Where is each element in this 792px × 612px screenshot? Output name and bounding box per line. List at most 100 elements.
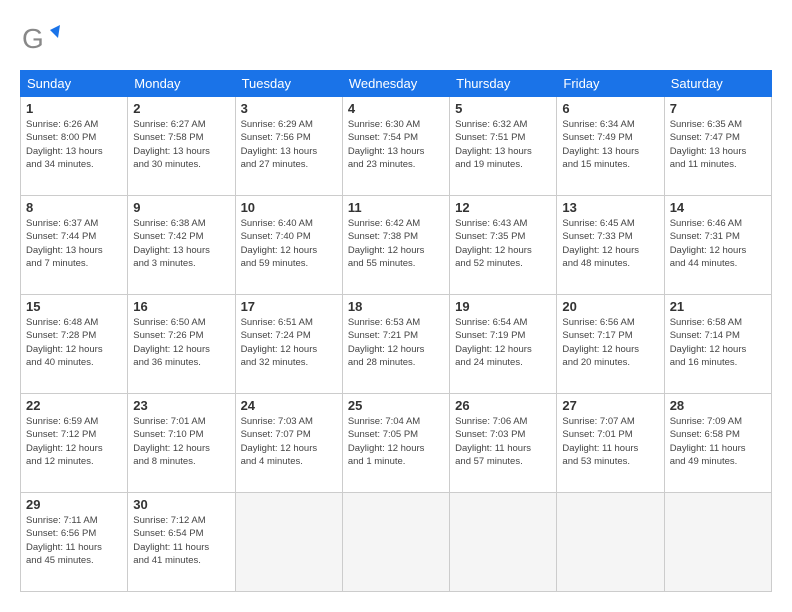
day-info: Sunrise: 6:30 AM Sunset: 7:54 PM Dayligh… <box>348 118 444 171</box>
day-number: 5 <box>455 101 551 116</box>
day-info: Sunrise: 6:45 AM Sunset: 7:33 PM Dayligh… <box>562 217 658 270</box>
day-number: 13 <box>562 200 658 215</box>
day-number: 1 <box>26 101 122 116</box>
day-info: Sunrise: 7:01 AM Sunset: 7:10 PM Dayligh… <box>133 415 229 468</box>
day-number: 21 <box>670 299 766 314</box>
day-number: 27 <box>562 398 658 413</box>
calendar-day: 4 Sunrise: 6:30 AM Sunset: 7:54 PM Daylig… <box>342 97 449 196</box>
day-number: 28 <box>670 398 766 413</box>
calendar-day: 17 Sunrise: 6:51 AM Sunset: 7:24 PM Dayli… <box>235 295 342 394</box>
day-number: 18 <box>348 299 444 314</box>
weekday-header-saturday: Saturday <box>664 71 771 97</box>
calendar-day: 29Sunrise: 7:11 AM Sunset: 6:56 PM Dayli… <box>21 493 128 592</box>
calendar-body: 1Sunrise: 6:26 AM Sunset: 8:00 PM Daylig… <box>21 97 772 592</box>
day-number: 2 <box>133 101 229 116</box>
logo-icon: G <box>20 20 60 60</box>
day-number: 9 <box>133 200 229 215</box>
calendar-day: 10 Sunrise: 6:40 AM Sunset: 7:40 PM Dayli… <box>235 196 342 295</box>
day-number: 29 <box>26 497 122 512</box>
calendar-day: 25 Sunrise: 7:04 AM Sunset: 7:05 PM Dayli… <box>342 394 449 493</box>
day-number: 3 <box>241 101 337 116</box>
day-info: Sunrise: 6:40 AM Sunset: 7:40 PM Dayligh… <box>241 217 337 270</box>
day-info: Sunrise: 6:58 AM Sunset: 7:14 PM Dayligh… <box>670 316 766 369</box>
day-info: Sunrise: 7:04 AM Sunset: 7:05 PM Dayligh… <box>348 415 444 468</box>
weekday-header-tuesday: Tuesday <box>235 71 342 97</box>
weekday-row: SundayMondayTuesdayWednesdayThursdayFrid… <box>21 71 772 97</box>
calendar-day: 3 Sunrise: 6:29 AM Sunset: 7:56 PM Daylig… <box>235 97 342 196</box>
day-info: Sunrise: 6:59 AM Sunset: 7:12 PM Dayligh… <box>26 415 122 468</box>
calendar-day: 22 Sunrise: 6:59 AM Sunset: 7:12 PM Dayli… <box>21 394 128 493</box>
day-number: 15 <box>26 299 122 314</box>
day-number: 14 <box>670 200 766 215</box>
day-info: Sunrise: 7:06 AM Sunset: 7:03 PM Dayligh… <box>455 415 551 468</box>
day-number: 26 <box>455 398 551 413</box>
calendar-day: 2 Sunrise: 6:27 AM Sunset: 7:58 PM Daylig… <box>128 97 235 196</box>
weekday-header-monday: Monday <box>128 71 235 97</box>
day-info: Sunrise: 7:09 AM Sunset: 6:58 PM Dayligh… <box>670 415 766 468</box>
day-info: Sunrise: 7:07 AM Sunset: 7:01 PM Dayligh… <box>562 415 658 468</box>
day-number: 10 <box>241 200 337 215</box>
calendar-day: 18 Sunrise: 6:53 AM Sunset: 7:21 PM Dayli… <box>342 295 449 394</box>
calendar-day: 21 Sunrise: 6:58 AM Sunset: 7:14 PM Dayli… <box>664 295 771 394</box>
calendar-week-2: 8 Sunrise: 6:37 AM Sunset: 7:44 PM Daylig… <box>21 196 772 295</box>
calendar-day: 13 Sunrise: 6:45 AM Sunset: 7:33 PM Dayli… <box>557 196 664 295</box>
weekday-header-wednesday: Wednesday <box>342 71 449 97</box>
day-info: Sunrise: 6:27 AM Sunset: 7:58 PM Dayligh… <box>133 118 229 171</box>
day-info: Sunrise: 6:43 AM Sunset: 7:35 PM Dayligh… <box>455 217 551 270</box>
day-number: 12 <box>455 200 551 215</box>
day-number: 4 <box>348 101 444 116</box>
day-number: 23 <box>133 398 229 413</box>
calendar-day: 16Sunrise: 6:50 AM Sunset: 7:26 PM Dayli… <box>128 295 235 394</box>
calendar-day: 20 Sunrise: 6:56 AM Sunset: 7:17 PM Dayli… <box>557 295 664 394</box>
calendar-day: 24 Sunrise: 7:03 AM Sunset: 7:07 PM Dayli… <box>235 394 342 493</box>
day-info: Sunrise: 6:51 AM Sunset: 7:24 PM Dayligh… <box>241 316 337 369</box>
calendar-week-1: 1Sunrise: 6:26 AM Sunset: 8:00 PM Daylig… <box>21 97 772 196</box>
calendar-week-4: 22 Sunrise: 6:59 AM Sunset: 7:12 PM Dayli… <box>21 394 772 493</box>
calendar-day: 14 Sunrise: 6:46 AM Sunset: 7:31 PM Dayli… <box>664 196 771 295</box>
day-info: Sunrise: 7:03 AM Sunset: 7:07 PM Dayligh… <box>241 415 337 468</box>
calendar-day: 27 Sunrise: 7:07 AM Sunset: 7:01 PM Dayli… <box>557 394 664 493</box>
day-number: 22 <box>26 398 122 413</box>
day-info: Sunrise: 6:34 AM Sunset: 7:49 PM Dayligh… <box>562 118 658 171</box>
header: G <box>20 20 772 60</box>
day-info: Sunrise: 6:35 AM Sunset: 7:47 PM Dayligh… <box>670 118 766 171</box>
day-info: Sunrise: 6:37 AM Sunset: 7:44 PM Dayligh… <box>26 217 122 270</box>
calendar-day <box>342 493 449 592</box>
calendar-day: 9 Sunrise: 6:38 AM Sunset: 7:42 PM Daylig… <box>128 196 235 295</box>
day-info: Sunrise: 6:54 AM Sunset: 7:19 PM Dayligh… <box>455 316 551 369</box>
day-number: 7 <box>670 101 766 116</box>
day-info: Sunrise: 6:53 AM Sunset: 7:21 PM Dayligh… <box>348 316 444 369</box>
logo: G <box>20 20 64 60</box>
calendar-header: SundayMondayTuesdayWednesdayThursdayFrid… <box>21 71 772 97</box>
calendar-week-5: 29Sunrise: 7:11 AM Sunset: 6:56 PM Dayli… <box>21 493 772 592</box>
day-number: 19 <box>455 299 551 314</box>
weekday-header-thursday: Thursday <box>450 71 557 97</box>
day-info: Sunrise: 7:12 AM Sunset: 6:54 PM Dayligh… <box>133 514 229 567</box>
day-number: 17 <box>241 299 337 314</box>
day-info: Sunrise: 6:38 AM Sunset: 7:42 PM Dayligh… <box>133 217 229 270</box>
calendar-day: 30 Sunrise: 7:12 AM Sunset: 6:54 PM Dayli… <box>128 493 235 592</box>
calendar-day: 6Sunrise: 6:34 AM Sunset: 7:49 PM Daylig… <box>557 97 664 196</box>
weekday-header-friday: Friday <box>557 71 664 97</box>
calendar-day: 11Sunrise: 6:42 AM Sunset: 7:38 PM Dayli… <box>342 196 449 295</box>
calendar-day <box>557 493 664 592</box>
day-info: Sunrise: 6:29 AM Sunset: 7:56 PM Dayligh… <box>241 118 337 171</box>
calendar-day: 19 Sunrise: 6:54 AM Sunset: 7:19 PM Dayli… <box>450 295 557 394</box>
day-info: Sunrise: 6:56 AM Sunset: 7:17 PM Dayligh… <box>562 316 658 369</box>
calendar-day: 7 Sunrise: 6:35 AM Sunset: 7:47 PM Daylig… <box>664 97 771 196</box>
weekday-header-sunday: Sunday <box>21 71 128 97</box>
calendar-week-3: 15Sunrise: 6:48 AM Sunset: 7:28 PM Dayli… <box>21 295 772 394</box>
calendar-day: 8 Sunrise: 6:37 AM Sunset: 7:44 PM Daylig… <box>21 196 128 295</box>
day-number: 24 <box>241 398 337 413</box>
day-info: Sunrise: 6:46 AM Sunset: 7:31 PM Dayligh… <box>670 217 766 270</box>
calendar-day <box>235 493 342 592</box>
calendar-day: 12 Sunrise: 6:43 AM Sunset: 7:35 PM Dayli… <box>450 196 557 295</box>
calendar-day: 15Sunrise: 6:48 AM Sunset: 7:28 PM Dayli… <box>21 295 128 394</box>
calendar-day: 1Sunrise: 6:26 AM Sunset: 8:00 PM Daylig… <box>21 97 128 196</box>
day-number: 8 <box>26 200 122 215</box>
day-number: 25 <box>348 398 444 413</box>
day-number: 30 <box>133 497 229 512</box>
calendar-day <box>450 493 557 592</box>
day-number: 20 <box>562 299 658 314</box>
calendar-day: 26 Sunrise: 7:06 AM Sunset: 7:03 PM Dayli… <box>450 394 557 493</box>
